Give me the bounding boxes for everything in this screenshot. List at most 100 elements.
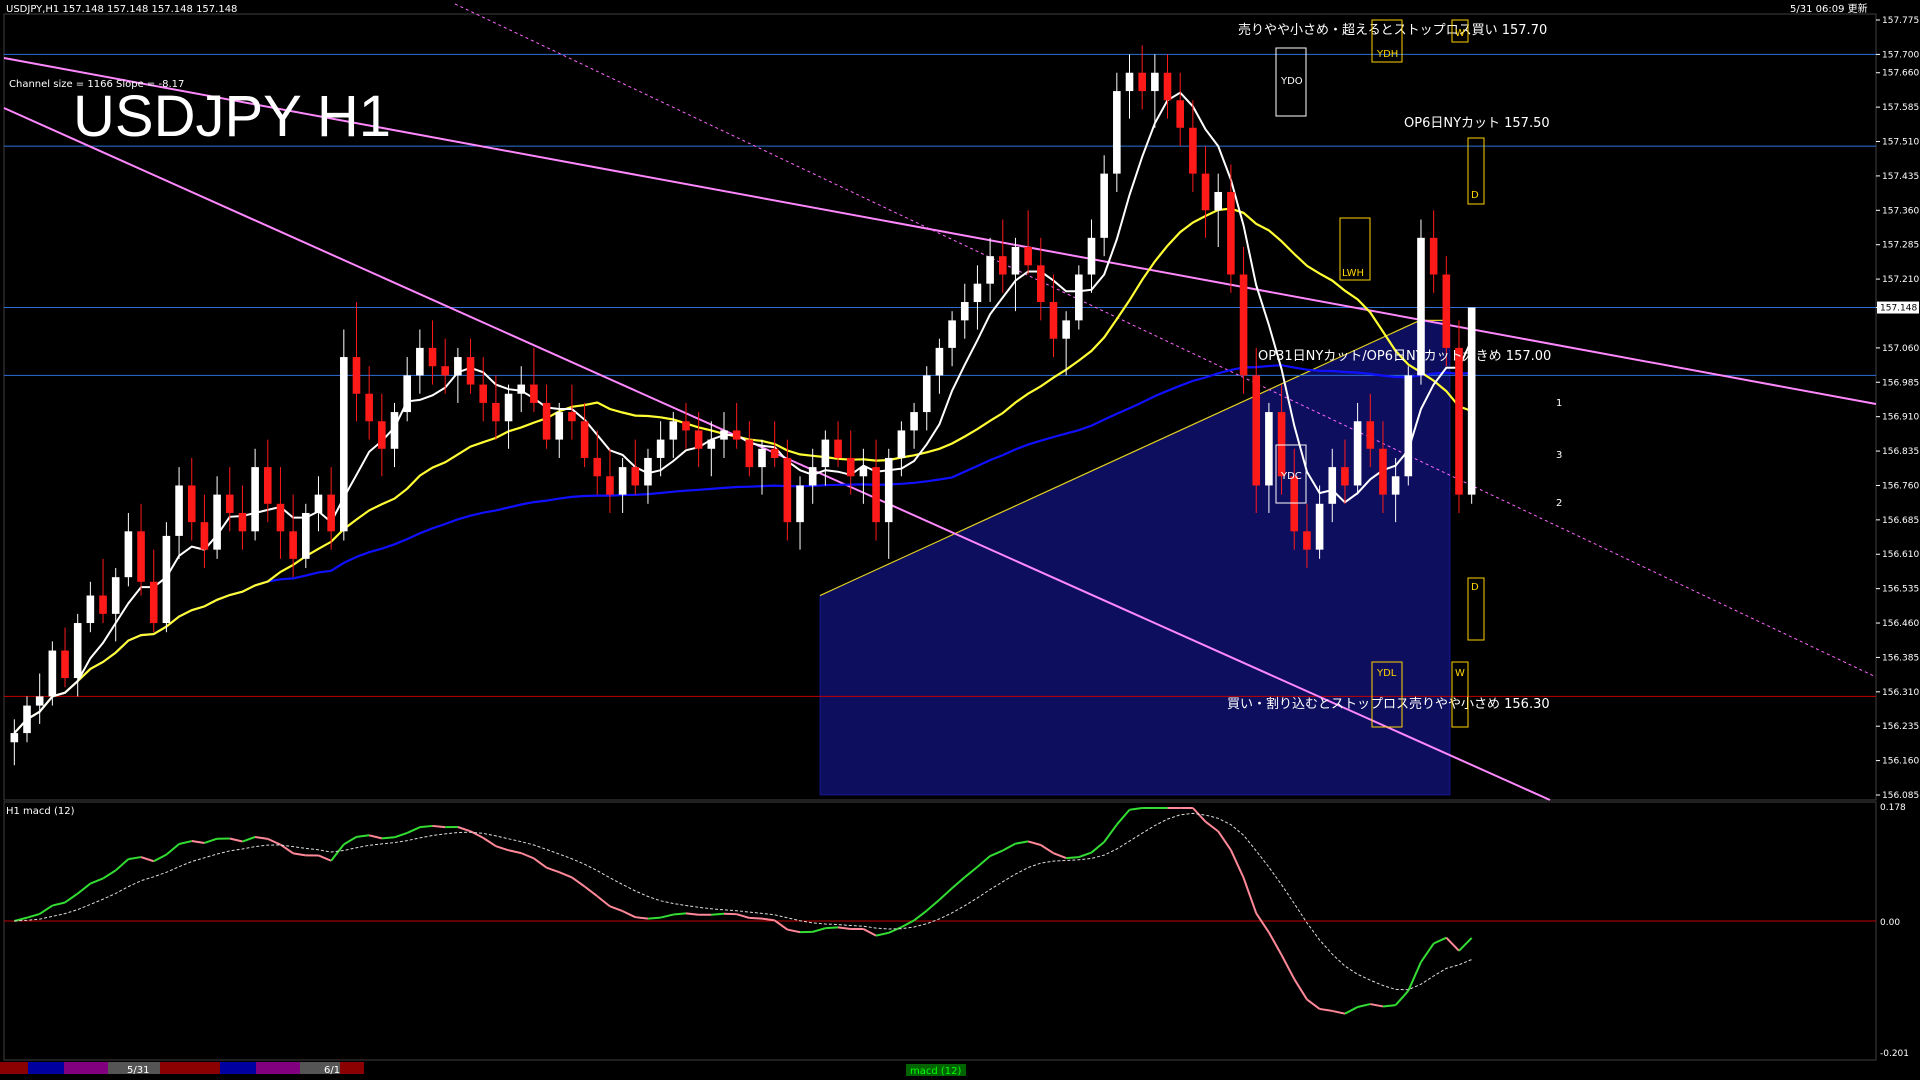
candle-body (1049, 302, 1058, 339)
macd-line-segment (267, 837, 281, 846)
candle-body (492, 402, 500, 422)
candle-body (73, 623, 82, 679)
candle-body (1341, 467, 1349, 486)
price-tick-label: 156.160 (1882, 757, 1919, 767)
level-label-2: 2 (1556, 498, 1562, 509)
op6-note: OP6日NYカット 157.50 (1404, 116, 1550, 131)
candle-body (1277, 412, 1286, 477)
candle-body (758, 448, 766, 468)
ydo-label: YDO (1280, 76, 1303, 87)
candle-body (1252, 375, 1261, 486)
macd-line-segment (1204, 820, 1219, 833)
candle-body (922, 375, 931, 413)
price-tick-label: 157.060 (1882, 344, 1919, 354)
candle-body (200, 522, 209, 550)
candle-body (745, 439, 754, 468)
candle-body (1265, 412, 1273, 486)
price-tick-label: 156.760 (1882, 481, 1919, 491)
macd-line-segment (191, 840, 205, 844)
macd-tick-zero: 0.00 (1880, 918, 1900, 928)
macd-line-segment (862, 928, 877, 937)
macd-line-segment (533, 857, 548, 869)
macd-line-segment (368, 834, 383, 840)
macd-line-segment (457, 826, 471, 833)
macd-line-segment (432, 824, 446, 829)
macd-line-segment (128, 856, 142, 861)
candle-body (1138, 72, 1146, 92)
candle-body (618, 467, 627, 495)
macd-line-segment (77, 882, 91, 895)
macd-line-segment (356, 834, 370, 838)
candle-body (644, 457, 652, 486)
macd-line-segment (1129, 807, 1143, 811)
price-tick-label: 156.835 (1882, 447, 1919, 457)
macd-line-segment (1458, 937, 1473, 952)
candle-body (948, 320, 956, 348)
candle-body (1303, 531, 1311, 550)
candle-body (1391, 476, 1400, 495)
price-tick-label: 157.435 (1882, 172, 1919, 182)
macd-line-segment (546, 866, 560, 874)
candle-body (1290, 476, 1299, 532)
candle-body (1429, 237, 1438, 275)
candle-body (187, 485, 196, 523)
macd-line-segment (1027, 840, 1042, 846)
price-tick-label: 157.285 (1882, 241, 1919, 251)
macd-line-segment (837, 926, 851, 930)
candle-body (606, 476, 614, 495)
macd-line-segment (242, 836, 256, 843)
candle-body (238, 512, 247, 532)
macd-line-segment (381, 836, 395, 840)
ydl-label: YDL (1376, 668, 1397, 679)
macd-tick-top: 0.178 (1880, 803, 1906, 813)
candle-body (669, 421, 678, 440)
macd-line-segment (318, 854, 332, 862)
macd-line-segment (102, 869, 117, 880)
macd-line-segment (989, 849, 1004, 857)
candle-body (504, 393, 513, 422)
macd-line-segment (495, 845, 509, 852)
macd-line-segment (1280, 954, 1296, 980)
macd-line-segment (1382, 1004, 1396, 1008)
macd-line-segment (1053, 852, 1067, 860)
candle-body (973, 283, 982, 303)
macd-line-segment (470, 830, 484, 839)
candle-body (23, 705, 31, 734)
candle-body (314, 494, 323, 513)
candle-body (770, 448, 779, 458)
d-label-top: D (1471, 190, 1479, 201)
chart-canvas: 157.775 157.700 157.660 157.585 157.510 157.4… (0, 2, 1919, 1077)
candle-body (1037, 265, 1045, 303)
macd-line-segment (1306, 998, 1321, 1010)
macd-line-segment (254, 836, 268, 840)
candle-body (707, 439, 716, 449)
candle-body (1176, 100, 1184, 128)
price-tick-label: 156.085 (1882, 791, 1919, 801)
macd-line-segment (419, 824, 433, 829)
candle-body (302, 512, 310, 559)
macd-line-segment (571, 876, 586, 888)
macd-line-segment (26, 912, 40, 919)
macd-line-segment (64, 892, 79, 904)
candle-body (1011, 246, 1020, 275)
candle-body (1366, 421, 1375, 449)
candle-body (225, 494, 234, 513)
macd-line-segment (1015, 840, 1029, 845)
candle-body (48, 650, 57, 697)
candle-body (454, 357, 462, 376)
macd-line-segment (165, 843, 180, 856)
w-label-bottom: W (1455, 668, 1465, 679)
macd-line-segment (1255, 912, 1270, 933)
candle-body (732, 430, 741, 440)
candle-body (1151, 72, 1159, 92)
candle-body (1379, 448, 1387, 495)
macd-line-segment (1344, 1006, 1359, 1015)
macd-line-segment (609, 905, 623, 913)
date-label-0: 5/31 (127, 1065, 149, 1076)
candle-body (479, 384, 488, 403)
macd-line-segment (913, 909, 928, 922)
candle-body (935, 347, 944, 376)
macd-lines (4, 807, 1876, 1015)
macd-line-segment (622, 910, 636, 919)
price-tick-label: 156.385 (1882, 653, 1919, 663)
